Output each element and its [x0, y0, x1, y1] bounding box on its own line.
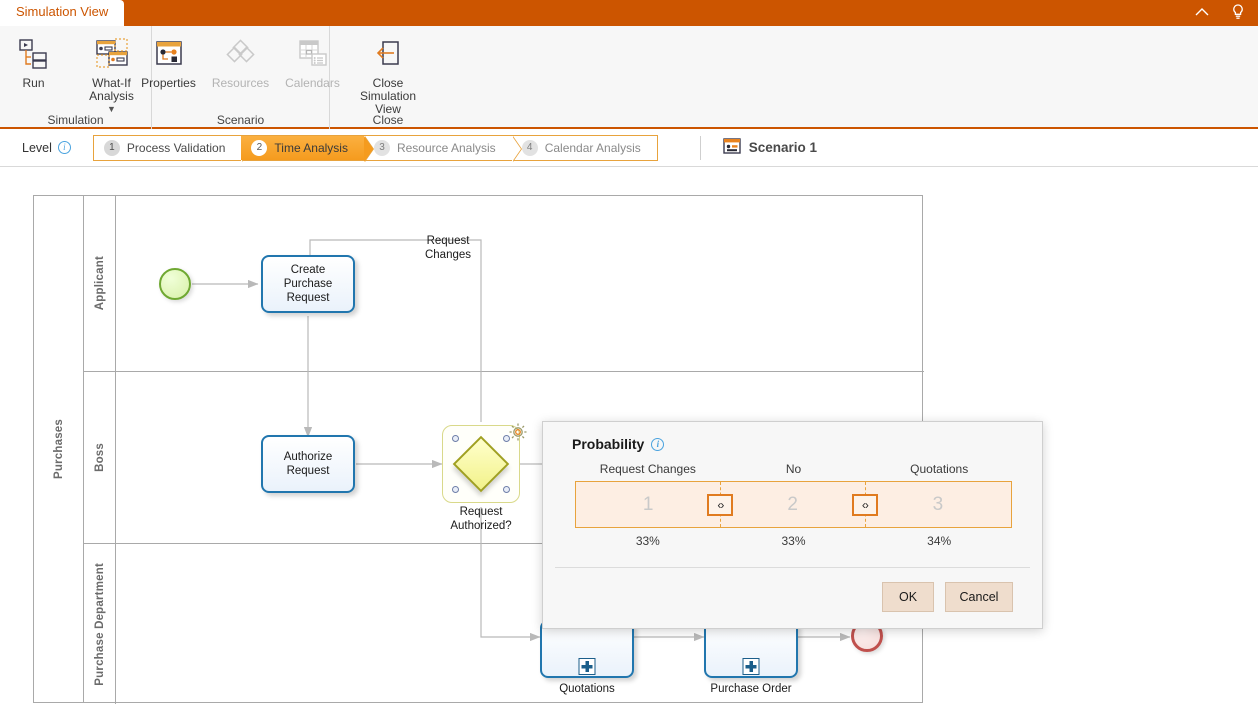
lane-boss-header: Boss	[84, 372, 116, 543]
resources-button: Resources	[205, 32, 277, 92]
step-calendar-analysis[interactable]: 4 Calendar Analysis	[511, 135, 657, 160]
run-icon	[17, 34, 51, 74]
properties-button[interactable]: Properties	[133, 32, 205, 92]
probability-segment-2-percent: 33%	[781, 534, 806, 548]
close-simulation-view-label: Close Simulation View	[359, 76, 417, 116]
level-bar-divider	[699, 135, 701, 160]
probability-dialog-title: Probability	[572, 436, 645, 452]
probability-segment-3[interactable]: 3	[865, 482, 1011, 527]
task-create-purchase-request[interactable]: Create Purchase Request	[261, 255, 355, 313]
collapse-ribbon-icon[interactable]	[1192, 2, 1212, 22]
ribbon-group-scenario: Properties Resources Calendars Scenario	[141, 26, 340, 129]
what-if-analysis-icon	[95, 34, 129, 74]
help-lightbulb-icon[interactable]	[1228, 2, 1248, 22]
close-simulation-view-button[interactable]: Close Simulation View	[346, 32, 430, 118]
probability-track[interactable]: 1 2 3 ‹› ‹›	[575, 481, 1012, 528]
gateway-diamond[interactable]	[452, 435, 510, 493]
probability-segment-2-label: No	[785, 462, 802, 476]
probability-segment-1[interactable]: 1	[576, 482, 720, 527]
subprocess-quotations-label: Quotations	[559, 683, 615, 695]
title-bar: Simulation View	[0, 0, 1258, 26]
chevron-down-icon[interactable]: ▼	[107, 105, 116, 114]
ribbon-group-close: Close Simulation View Close	[330, 26, 446, 129]
gateway-selection-frame[interactable]	[442, 423, 527, 503]
cancel-button[interactable]: Cancel	[945, 582, 1013, 612]
probability-dialog-title-group: Probability i	[572, 436, 665, 452]
gateway-request-authorized-label: Request Authorized?	[450, 506, 512, 532]
ok-button[interactable]: OK	[882, 582, 934, 612]
probability-segment-2[interactable]: 2	[720, 482, 864, 527]
ribbon: Run What-If Analysis ▼ Simulation Proper…	[0, 26, 1258, 129]
calendars-icon	[296, 34, 330, 74]
probability-handle-1[interactable]: ‹›	[707, 493, 734, 516]
resize-handle-top-left[interactable]	[452, 435, 459, 442]
step-4-number: 4	[521, 139, 538, 156]
title-bar-icons	[1192, 2, 1248, 22]
run-label: Run	[22, 76, 45, 90]
level-info-icon[interactable]: i	[57, 141, 71, 154]
probability-segment-3-percent: 34%	[927, 534, 952, 548]
probability-dialog[interactable]: Probability i Request Changes No Quotati…	[542, 421, 1043, 629]
scenario-indicator[interactable]: Scenario 1	[723, 137, 817, 158]
level-steps: 1 Process Validation 2 Time Analysis 3 R…	[92, 134, 658, 162]
task-create-purchase-request-label[interactable]: Create Purchase Request	[261, 255, 355, 313]
step-2-number: 2	[251, 139, 268, 156]
level-bar: Level i 1 Process Validation 2 Time Anal…	[0, 129, 1258, 167]
ribbon-group-simulation-title: Simulation	[47, 113, 104, 127]
step-3-number: 3	[373, 139, 390, 156]
resize-handle-bottom-right[interactable]	[503, 486, 510, 493]
probability-slider-area: Request Changes No Quotations 1 2 3 ‹› ‹…	[575, 462, 1015, 548]
level-label: Level	[22, 140, 52, 155]
lane-purchase-department-header: Purchase Department	[84, 544, 116, 704]
lane-applicant[interactable]: Applicant	[84, 196, 924, 372]
dialog-buttons: OK Cancel	[882, 582, 1013, 612]
resize-handle-bottom-left[interactable]	[452, 486, 459, 493]
ribbon-group-scenario-title: Scenario	[216, 113, 265, 127]
subprocess-purchase-order-label: Purchase Order	[710, 683, 792, 695]
start-event-circle[interactable]	[159, 268, 191, 300]
task-authorize-request[interactable]: Authorize Request	[261, 435, 355, 493]
task-authorize-request-label[interactable]: Authorize Request	[261, 435, 355, 493]
lane-applicant-header: Applicant	[84, 196, 116, 371]
diagram-canvas[interactable]: Purchases Applicant Boss Purchase Depart…	[0, 167, 1258, 711]
step-3-label: Resource Analysis	[396, 140, 496, 155]
step-1-label: Process Validation	[126, 140, 226, 155]
resources-icon	[224, 34, 258, 74]
probability-info-icon[interactable]: i	[651, 437, 665, 451]
start-event[interactable]	[159, 268, 191, 300]
step-2-label: Time Analysis	[274, 140, 348, 155]
resources-label: Resources	[211, 76, 270, 90]
scenario-label: Scenario 1	[748, 140, 818, 155]
level-label-group: Level i	[22, 141, 71, 155]
properties-label: Properties	[141, 76, 196, 90]
lane-purchase-department-label: Purchase Department	[93, 562, 106, 686]
gateway-request-authorized[interactable]: Request Authorized?	[442, 423, 527, 532]
step-time-analysis[interactable]: 2 Time Analysis	[241, 135, 374, 162]
tab-simulation-view[interactable]: Simulation View	[0, 0, 125, 26]
probability-segment-labels: Request Changes No Quotations	[575, 462, 1012, 476]
probability-handle-2[interactable]: ‹›	[851, 493, 878, 516]
probability-segment-3-label: Quotations	[910, 462, 969, 476]
step-4-label: Calendar Analysis	[544, 140, 641, 155]
probability-segment-1-label: Request Changes	[599, 462, 696, 476]
step-1-number: 1	[103, 139, 120, 156]
run-button[interactable]: Run	[0, 32, 70, 92]
expand-subprocess-icon[interactable]	[742, 658, 760, 675]
scenario-icon	[723, 137, 741, 158]
lane-boss-label: Boss	[93, 443, 106, 472]
pool-label: Purchases	[52, 419, 65, 479]
expand-subprocess-icon[interactable]	[578, 658, 596, 675]
dialog-divider	[555, 567, 1030, 568]
pool-header: Purchases	[34, 196, 84, 702]
gear-icon[interactable]	[508, 422, 528, 442]
probability-percentages: 33% 33% 34%	[575, 534, 1012, 548]
ribbon-group-close-title: Close	[372, 113, 404, 127]
lane-applicant-label: Applicant	[93, 256, 106, 311]
close-simulation-view-icon	[371, 34, 405, 74]
step-resource-analysis[interactable]: 3 Resource Analysis	[363, 135, 522, 162]
step-process-validation[interactable]: 1 Process Validation	[93, 135, 251, 162]
flow-label-request-changes: Request Changes	[424, 235, 472, 261]
properties-icon	[152, 34, 186, 74]
probability-segment-1-percent: 33%	[635, 534, 660, 548]
